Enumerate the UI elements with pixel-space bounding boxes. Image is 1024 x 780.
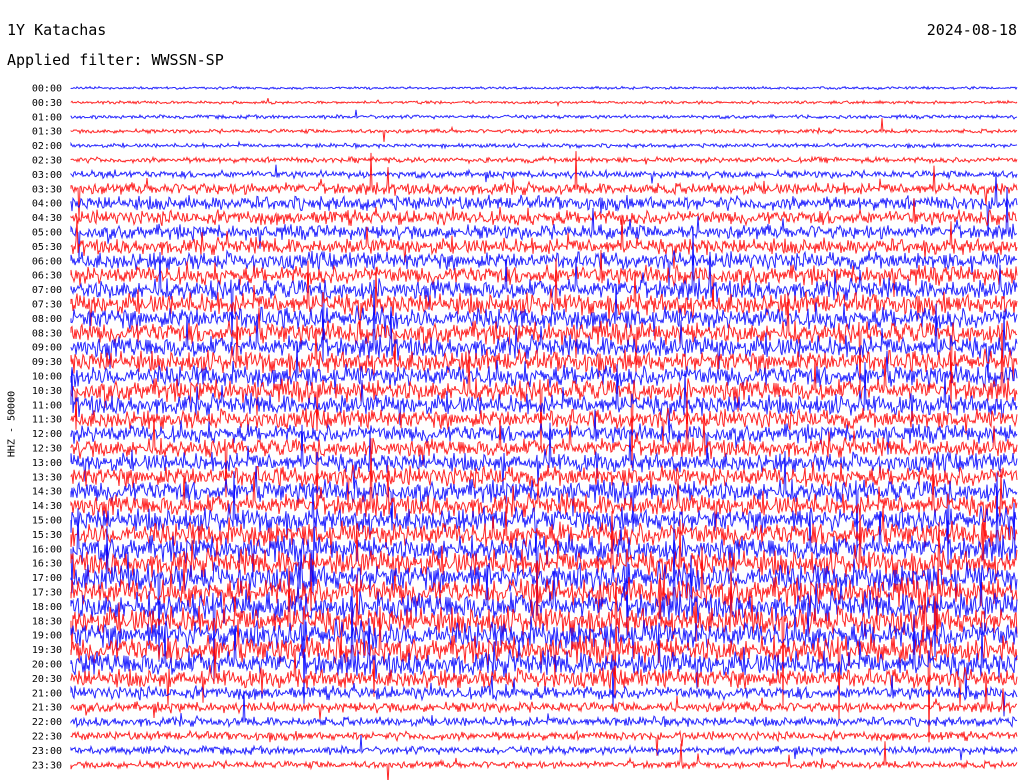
row-time-label: 16:00 [32,544,62,555]
row-time-label: 22:00 [32,717,62,728]
row-time-label: 04:30 [32,213,62,224]
row-time-label: 13:30 [32,472,62,483]
row-time-label: 06:00 [32,256,62,267]
row-time-label: 10:30 [32,386,62,397]
row-time-label: 03:00 [32,170,62,181]
trace-row-0600 [70,249,1018,287]
row-time-label: 02:00 [32,141,62,152]
trace-row-2330 [70,741,1018,780]
trace-row-0100 [70,109,1018,121]
row-time-label: 05:00 [32,228,62,239]
row-time-label: 12:30 [32,444,62,455]
trace-row-0230 [70,155,1018,165]
row-time-label: 10:00 [32,372,62,383]
trace-row-0200 [70,140,1018,150]
row-time-label: 00:30 [32,98,62,109]
row-time-label: 13:00 [32,458,62,469]
row-time-label: 01:00 [32,112,62,123]
row-time-label: 09:30 [32,357,62,368]
row-time-label: 00:00 [32,84,62,95]
trace-row-0130 [70,118,1018,142]
trace-row-0000 [70,85,1018,91]
helicorder-plot: 00:00 00:30 01:00 01:30 02:00 02:30 03:00 03:30… [32,84,1018,780]
row-time-label: 18:30 [32,616,62,627]
trace-group [70,85,1018,780]
row-time-label: 07:00 [32,285,62,296]
row-time-label: 21:00 [32,688,62,699]
row-time-label: 16:30 [32,559,62,570]
row-time-label: 14:30 [32,487,62,498]
row-time-label: 21:30 [32,703,62,714]
row-label-group: 00:00 00:30 01:00 01:30 02:00 02:30 03:00 03:30… [32,84,62,772]
row-time-label: 09:00 [32,343,62,354]
row-time-label: 05:30 [32,242,62,253]
row-time-label: 03:30 [32,184,62,195]
row-time-label: 18:00 [32,602,62,613]
row-time-label: 11:00 [32,400,62,411]
trace-row-0400 [70,172,1018,237]
row-time-label: 08:30 [32,328,62,339]
trace-row-1430 [70,438,1018,537]
row-time-label: 12:00 [32,429,62,440]
row-time-label: 15:00 [32,516,62,527]
trace-row-2300 [70,734,1018,761]
row-time-label: 06:30 [32,271,62,282]
trace-row-2130 [70,675,1017,720]
row-time-label: 01:30 [32,127,62,138]
row-time-label: 14:30 [32,501,62,512]
row-time-label: 15:30 [32,530,62,541]
row-time-label: 07:30 [32,300,62,311]
row-time-label: 20:00 [32,660,62,671]
row-time-label: 20:30 [32,674,62,685]
trace-row-2100 [70,675,1018,717]
row-time-label: 23:30 [32,760,62,771]
row-time-label: 17:30 [32,588,62,599]
row-time-label: 19:00 [32,631,62,642]
trace-row-0030 [70,98,1018,108]
row-time-label: 17:00 [32,573,62,584]
row-time-label: 22:30 [32,732,62,743]
trace-row-0300 [70,164,1018,184]
trace-row-0330 [70,151,1018,220]
row-time-label: 04:00 [32,199,62,210]
row-time-label: 19:30 [32,645,62,656]
row-time-label: 02:30 [32,156,62,167]
row-time-label: 11:30 [32,415,62,426]
row-time-label: 23:00 [32,746,62,757]
row-time-label: 08:00 [32,314,62,325]
